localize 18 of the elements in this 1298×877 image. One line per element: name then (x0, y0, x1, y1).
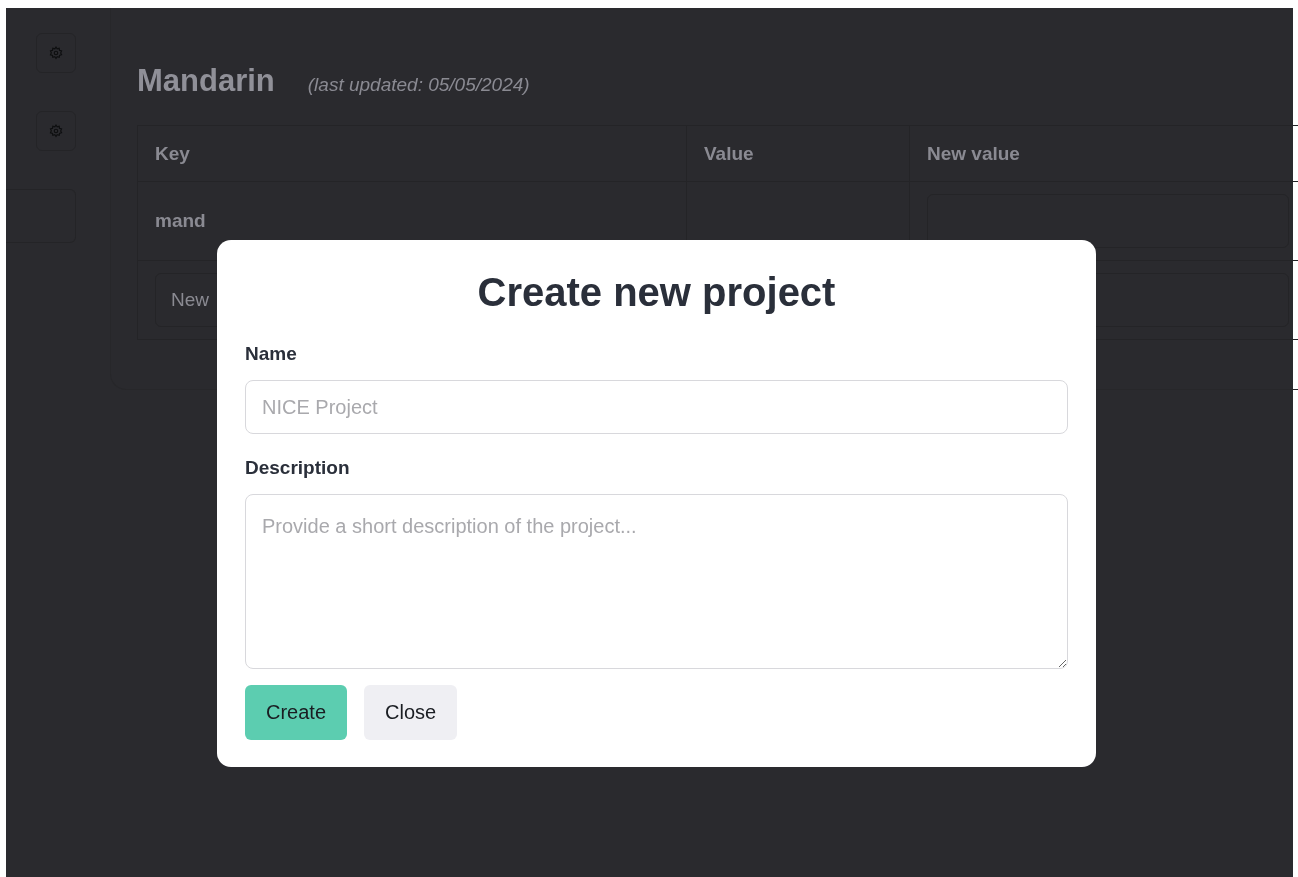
create-button[interactable]: Create (245, 685, 348, 740)
gear-icon (49, 46, 63, 60)
description-textarea[interactable]: Provide a short description of the project... (245, 494, 1068, 669)
settings-button[interactable] (36, 33, 76, 73)
sidebar-button[interactable] (6, 189, 76, 243)
field-label: Description (245, 457, 351, 479)
last-updated-text: (last updated: 05/05/2024) (307, 74, 530, 96)
column-header: New value (909, 125, 1298, 182)
name-input-field[interactable]: NICE Project (245, 380, 1068, 434)
close-button[interactable]: Close (364, 685, 458, 740)
column-header: Key (137, 125, 687, 182)
modal-title: Create new project (476, 270, 837, 315)
settings-button[interactable] (36, 111, 76, 151)
field-label: Name (245, 343, 298, 365)
gear-icon (49, 124, 63, 138)
column-header: Value (686, 125, 910, 182)
value-input-field[interactable] (927, 194, 1289, 248)
page-title: Mandarin (137, 63, 275, 99)
